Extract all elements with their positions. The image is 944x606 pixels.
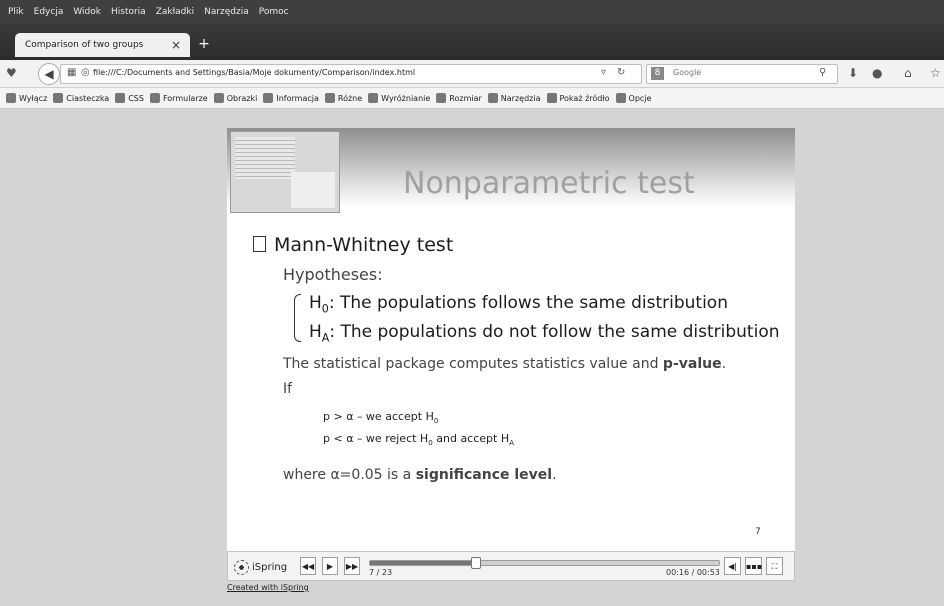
- menu-pomoc[interactable]: Pomoc: [259, 7, 289, 17]
- cookie-icon: [53, 93, 64, 103]
- tab-close-icon[interactable]: ×: [169, 38, 183, 52]
- seek-handle[interactable]: [470, 557, 481, 569]
- seek-progress: [370, 561, 475, 565]
- search-box[interactable]: 8 Google ⚲: [646, 64, 838, 84]
- css-icon: [115, 93, 126, 103]
- slide-counter: 7 / 23: [369, 568, 393, 577]
- tab-strip: Comparison of two groups × +: [0, 23, 944, 60]
- hypotheses-label: Hypotheses:: [283, 265, 383, 284]
- histogram-image: [291, 172, 335, 208]
- misc-icon: [324, 93, 335, 103]
- new-tab-icon[interactable]: +: [197, 37, 211, 51]
- browser-tab[interactable]: Comparison of two groups ×: [15, 33, 190, 57]
- search-icon[interactable]: ⚲: [819, 67, 826, 78]
- ispring-logo: iSpring: [234, 560, 287, 575]
- play-button[interactable]: ▶: [322, 557, 338, 575]
- bookmark-informacja[interactable]: Informacja: [263, 93, 319, 103]
- options-icon: [615, 93, 626, 103]
- bookmark-rozne[interactable]: Różne: [324, 93, 362, 103]
- menu-narzedzia[interactable]: Narzędzia: [204, 7, 249, 17]
- google-icon: 8: [651, 67, 664, 80]
- created-with-link[interactable]: Created with iSpring: [227, 583, 309, 592]
- menu-zakladki[interactable]: Zakładki: [156, 7, 194, 17]
- hypothesis-h0: H0: The populations follows the same dis…: [309, 293, 728, 316]
- bookmark-formularze[interactable]: Formularze: [149, 93, 208, 103]
- bookmark-ciasteczka[interactable]: Ciasteczka: [53, 93, 109, 103]
- brace: [294, 294, 301, 342]
- menu-edycja[interactable]: Edycja: [34, 7, 64, 17]
- source-icon: [546, 93, 557, 103]
- slide-page-number: 7: [755, 527, 761, 537]
- condition-reject: p < α – we reject H0 and accept HA: [323, 432, 514, 448]
- bookmark-pokaz-zrodlo[interactable]: Pokaż źródło: [546, 93, 610, 103]
- bookmarks-toolbar: Wyłącz Ciasteczka CSS Formularze Obrazki…: [0, 88, 944, 109]
- bookmark-star-icon[interactable]: ▿: [601, 67, 606, 78]
- slide-title: Nonparametric test: [403, 166, 695, 201]
- navigation-bar: ♥ ◀ ▦ ◎ file:///C:/Documents and Setting…: [0, 60, 944, 88]
- resize-icon: [436, 93, 447, 103]
- bookmark-css[interactable]: CSS: [115, 93, 144, 103]
- seek-bar[interactable]: [369, 557, 720, 569]
- tools-icon: [487, 93, 498, 103]
- spreadsheet-grid: [235, 137, 295, 179]
- volume-icon[interactable]: ◀|: [724, 557, 741, 575]
- search-placeholder: Google: [673, 68, 702, 77]
- url-bar[interactable]: ▦ ◎ file:///C:/Documents and Settings/Ba…: [60, 64, 642, 84]
- page-icon: ▦: [67, 67, 77, 78]
- addon-icon[interactable]: ●: [872, 66, 882, 80]
- form-icon: [149, 93, 160, 103]
- menu-bar: Plik Edycja Widok Historia Zakładki Narz…: [0, 0, 944, 23]
- bookmark-wyroznianie[interactable]: Wyróżnianie: [368, 93, 430, 103]
- bookmark-opcje[interactable]: Opcje: [615, 93, 651, 103]
- highlight-icon: [368, 93, 379, 103]
- image-icon: [213, 93, 224, 103]
- menu-widok[interactable]: Widok: [73, 7, 101, 17]
- reload-icon[interactable]: ↻: [617, 67, 625, 78]
- slide-header: Nonparametric test: [227, 128, 795, 213]
- previous-slide-button[interactable]: ◀◀: [300, 557, 316, 575]
- menu-plik[interactable]: Plik: [8, 7, 24, 17]
- tab-title: Comparison of two groups: [25, 40, 144, 50]
- bookmark-narzedzia[interactable]: Narzędzia: [487, 93, 541, 103]
- back-button[interactable]: ◀: [38, 63, 60, 85]
- next-slide-button[interactable]: ▶▶: [344, 557, 360, 575]
- menu-icon[interactable]: ♥: [6, 66, 17, 80]
- bookmark-rozmiar[interactable]: Rozmiar: [436, 93, 482, 103]
- url-text: file:///C:/Documents and Settings/Basia/…: [93, 68, 416, 77]
- player-controls: iSpring ◀◀ ▶ ▶▶ 7 / 23 00:16 / 00:53 ◀| …: [227, 551, 795, 581]
- fullscreen-icon[interactable]: ⛶: [766, 557, 783, 575]
- if-label: If: [283, 381, 293, 397]
- info-icon: [263, 93, 274, 103]
- disable-icon: [6, 93, 16, 103]
- download-icon[interactable]: ⬇: [848, 66, 858, 80]
- ispring-icon: [234, 560, 249, 575]
- star-icon[interactable]: ☆: [930, 66, 941, 80]
- condition-accept: p > α – we accept H0: [323, 410, 439, 426]
- significance-line: where α=0.05 is a significance level.: [283, 467, 557, 483]
- document-icon: [253, 236, 266, 252]
- menu-historia[interactable]: Historia: [111, 7, 146, 17]
- bookmark-obrazki[interactable]: Obrazki: [213, 93, 257, 103]
- hypothesis-ha: HA: The populations do not follow the sa…: [309, 322, 780, 345]
- globe-icon: ◎: [81, 67, 90, 78]
- home-icon[interactable]: ⌂: [904, 66, 912, 80]
- time-counter: 00:16 / 00:53: [666, 568, 720, 577]
- bookmark-wylacz[interactable]: Wyłącz: [6, 93, 47, 103]
- outline-icon[interactable]: ▪▪▪: [745, 557, 762, 575]
- presentation-slide: Nonparametric test Mann-Whitney test Hyp…: [227, 128, 795, 551]
- spreadsheet-thumbnail: [230, 131, 340, 213]
- statistics-line: The statistical package computes statist…: [283, 356, 727, 372]
- slide-heading: Mann-Whitney test: [253, 234, 453, 256]
